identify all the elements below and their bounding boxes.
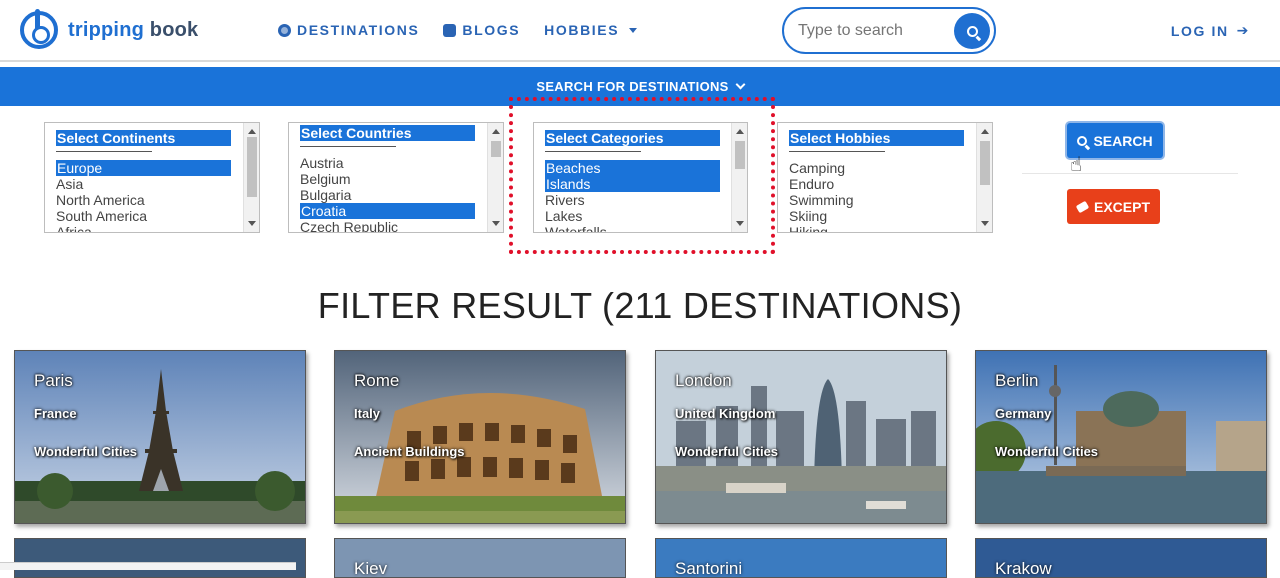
option-asia[interactable]: Asia bbox=[45, 176, 232, 192]
option-bulgaria[interactable]: Bulgaria bbox=[289, 187, 476, 203]
card-city: London bbox=[675, 371, 732, 390]
hobbies-header: Select Hobbies bbox=[789, 130, 964, 146]
option-swimming[interactable]: Swimming bbox=[778, 192, 965, 208]
main-nav: DESTINATIONS BLOGS HOBBIES bbox=[278, 22, 638, 38]
hobbies-scrollbar[interactable] bbox=[976, 123, 992, 232]
logo-icon bbox=[20, 9, 58, 49]
card-country: Italy bbox=[354, 406, 381, 421]
option-belgium[interactable]: Belgium bbox=[289, 171, 476, 187]
destination-card-kiev[interactable]: Kiev bbox=[334, 538, 626, 578]
result-title: FILTER RESULT (211 DESTINATIONS) bbox=[317, 285, 963, 326]
card-country: Germany bbox=[995, 406, 1052, 421]
option-south-america[interactable]: South America bbox=[45, 208, 232, 224]
option-north-america[interactable]: North America bbox=[45, 192, 232, 208]
search-icon bbox=[1077, 135, 1088, 146]
sign-in-icon: ➔ bbox=[1236, 22, 1250, 38]
browser-status-bar bbox=[0, 562, 296, 570]
destination-card-santorini[interactable]: Santorini bbox=[655, 538, 947, 578]
card-category: Wonderful Cities bbox=[34, 444, 138, 459]
option-czech-republic[interactable]: Czech Republic bbox=[289, 219, 476, 232]
nav-destinations[interactable]: DESTINATIONS bbox=[278, 22, 419, 38]
option-austria[interactable]: Austria bbox=[289, 155, 476, 171]
nav-blogs[interactable]: BLOGS bbox=[443, 22, 520, 38]
card-category: Wonderful Cities bbox=[995, 444, 1099, 459]
destination-card-london[interactable]: London United Kingdom Wonderful Cities bbox=[655, 350, 947, 524]
option-africa[interactable]: Africa bbox=[45, 224, 232, 232]
search-input[interactable] bbox=[798, 21, 948, 40]
nav-hobbies-dropdown[interactable]: HOBBIES bbox=[544, 22, 638, 38]
option-europe[interactable]: Europe bbox=[56, 160, 231, 176]
card-city: Rome bbox=[354, 371, 400, 390]
caret-down-icon bbox=[629, 27, 638, 33]
except-button[interactable]: EXCEPT bbox=[1067, 189, 1160, 224]
search-icon bbox=[966, 25, 978, 37]
card-city: Kiev bbox=[354, 559, 388, 578]
option-croatia[interactable]: Croatia bbox=[300, 203, 475, 219]
top-navbar: tripping book DESTINATIONS BLOGS HOBBIES… bbox=[0, 0, 1280, 62]
destination-card-berlin[interactable]: Berlin Germany Wonderful Cities bbox=[975, 350, 1267, 524]
card-city: Santorini bbox=[675, 559, 743, 578]
search-form bbox=[782, 7, 996, 54]
option-hiking[interactable]: Hiking bbox=[778, 224, 965, 232]
blog-icon bbox=[443, 23, 457, 37]
destination-card-rome[interactable]: Rome Italy Ancient Buildings bbox=[334, 350, 626, 524]
brand-logo[interactable]: tripping book bbox=[20, 9, 199, 49]
card-city: Berlin bbox=[995, 371, 1039, 390]
hobbies-select[interactable]: Select Hobbies Camping Enduro Swimming S… bbox=[777, 122, 993, 233]
option-enduro[interactable]: Enduro bbox=[778, 176, 965, 192]
card-country: United Kingdom bbox=[675, 406, 776, 421]
continents-scrollbar[interactable] bbox=[243, 123, 259, 232]
globe-icon bbox=[278, 23, 291, 37]
card-country: France bbox=[34, 406, 77, 421]
countries-select[interactable]: Select Countries Austria Belgium Bulgari… bbox=[288, 122, 504, 233]
card-city: Paris bbox=[34, 371, 73, 390]
categories-highlight-box bbox=[509, 97, 775, 254]
destination-card-paris[interactable]: Paris France Wonderful Cities bbox=[14, 350, 306, 524]
option-camping[interactable]: Camping bbox=[778, 160, 965, 176]
login-link[interactable]: LOG IN ➔ bbox=[1171, 22, 1250, 39]
destination-card-row2-1[interactable] bbox=[14, 538, 306, 578]
continents-select[interactable]: Select Continents Europe Asia North Amer… bbox=[44, 122, 260, 233]
card-category: Wonderful Cities bbox=[675, 444, 779, 459]
eraser-icon bbox=[1075, 200, 1090, 213]
continents-header: Select Continents bbox=[56, 130, 231, 146]
divider bbox=[1022, 173, 1238, 174]
brand-name-1: tripping bbox=[68, 18, 145, 41]
card-city: Krakow bbox=[995, 559, 1052, 578]
card-category: Ancient Buildings bbox=[354, 444, 465, 459]
option-skiing[interactable]: Skiing bbox=[778, 208, 965, 224]
search-submit-button[interactable] bbox=[954, 13, 990, 49]
brand-name-2: book bbox=[149, 18, 199, 41]
countries-header: Select Countries bbox=[300, 125, 475, 141]
destination-card-krakow[interactable]: Krakow bbox=[975, 538, 1267, 578]
hand-cursor-icon: ☝ bbox=[1070, 154, 1083, 176]
countries-scrollbar[interactable] bbox=[487, 123, 503, 232]
chevron-down-icon bbox=[735, 79, 746, 90]
